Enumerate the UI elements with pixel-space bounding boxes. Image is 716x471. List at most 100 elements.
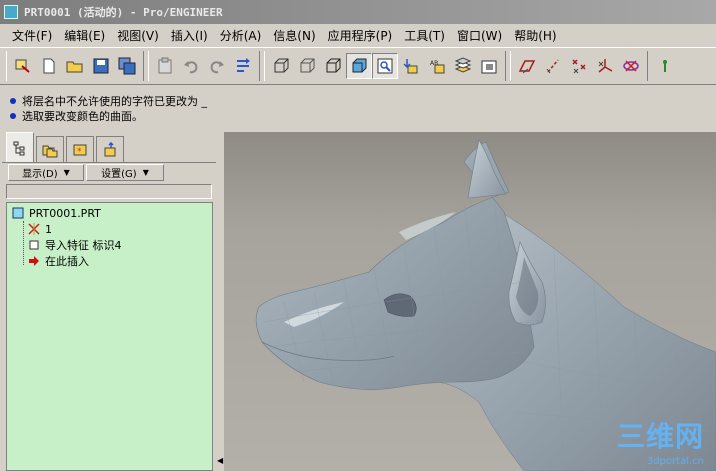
folder-open-icon — [66, 61, 83, 73]
zoom-window-button[interactable] — [372, 53, 398, 79]
toolbar-edit-group — [148, 51, 260, 81]
tab-connections[interactable] — [96, 136, 124, 162]
svg-text:*: * — [77, 147, 82, 157]
tab-favorites[interactable]: * — [66, 136, 94, 162]
save-copy-button[interactable] — [114, 53, 140, 79]
undo-button[interactable] — [178, 53, 204, 79]
message-line: 将层名中不允许使用的字符已更改为 _ — [10, 93, 716, 108]
datum-display-button[interactable] — [652, 53, 678, 79]
spin-center-icon — [623, 60, 639, 72]
open-file-button[interactable] — [62, 53, 88, 79]
regenerate-icon — [237, 58, 250, 72]
menu-window[interactable]: 窗口(W) — [451, 27, 508, 44]
toolbar-file-group — [6, 51, 144, 81]
no-hidden-cube-icon — [326, 58, 341, 73]
view-manager-button[interactable] — [476, 53, 502, 79]
tab-folder-browser[interactable] — [36, 136, 64, 162]
tree-item-label: 1 — [45, 222, 52, 236]
graphics-window[interactable]: 三维网 3dportal.cn — [224, 132, 716, 471]
datum-plane-icon — [518, 60, 536, 74]
hidden-line-button[interactable] — [294, 53, 320, 79]
menu-file[interactable]: 文件(F) — [6, 27, 58, 44]
menu-view[interactable]: 视图(V) — [111, 27, 165, 44]
wireframe-button[interactable] — [268, 53, 294, 79]
save-copy-icon — [118, 57, 136, 75]
toolbar-display-group: AB — [264, 51, 506, 81]
navigator-panel: * 显示(D) ▼ 设置(G) ▼ PRT0001.PRT 1 导入特征 标识4… — [2, 132, 216, 471]
svg-text:AB: AB — [430, 60, 438, 67]
clipboard-icon — [158, 57, 172, 74]
coordinate-system-icon — [598, 59, 613, 73]
csys-button[interactable] — [592, 53, 618, 79]
tree-filter-field[interactable] — [6, 184, 212, 199]
tree-item-label: 导入特征 标识4 — [45, 239, 122, 252]
import-feature-icon — [27, 238, 41, 252]
message-area: 将层名中不允许使用的字符已更改为 _ 选取要改变颜色的曲面。 — [0, 86, 716, 132]
datum-axes-button[interactable] — [540, 53, 566, 79]
tree-root[interactable]: PRT0001.PRT — [11, 205, 212, 221]
datum-planes-button[interactable] — [514, 53, 540, 79]
show-dropdown-label: 显示(D) — [22, 169, 58, 180]
paste-button[interactable] — [152, 53, 178, 79]
model-tree: PRT0001.PRT 1 导入特征 标识4 在此插入 — [6, 202, 213, 471]
tree-options-bar: 显示(D) ▼ 设置(G) ▼ — [2, 162, 216, 182]
tree-item[interactable]: 导入特征 标识4 — [11, 237, 212, 253]
spin-center-button[interactable] — [618, 53, 644, 79]
reorient-button[interactable] — [398, 53, 424, 79]
layers-icon — [454, 57, 472, 73]
new-file-button[interactable] — [36, 53, 62, 79]
part-icon — [11, 206, 25, 220]
panel-splitter[interactable]: ◀ — [216, 132, 224, 471]
menu-info[interactable]: 信息(N) — [267, 27, 321, 44]
menu-tools[interactable]: 工具(T) — [398, 27, 451, 44]
menu-edit[interactable]: 编辑(E) — [58, 27, 111, 44]
select-file-button[interactable] — [10, 53, 36, 79]
reorient-icon — [403, 59, 418, 74]
no-hidden-button[interactable] — [320, 53, 346, 79]
menu-insert[interactable]: 插入(I) — [165, 27, 214, 44]
show-dropdown[interactable]: 显示(D) ▼ — [8, 164, 84, 181]
title-bar: PRT0001 (活动的) - Pro/ENGINEER — [0, 0, 716, 24]
tree-root-label: PRT0001.PRT — [29, 206, 101, 220]
model-tree-icon — [13, 141, 25, 155]
message-text: 将层名中不允许使用的字符已更改为 _ — [22, 94, 207, 108]
watermark-url: 3dportal.cn — [646, 456, 704, 467]
redo-icon — [210, 61, 224, 74]
window-title: PRT0001 (活动的) - Pro/ENGINEER — [24, 6, 223, 19]
main-toolbar: AB — [0, 47, 716, 85]
datum-points-button[interactable] — [566, 53, 592, 79]
favorites-icon: * — [73, 144, 87, 157]
collapse-arrow-icon[interactable]: ◀ — [217, 456, 223, 465]
chevron-down-icon: ▼ — [63, 168, 70, 177]
layers-button[interactable] — [450, 53, 476, 79]
connections-icon — [104, 141, 116, 156]
message-bullet-icon — [10, 112, 16, 119]
tree-item[interactable]: 1 — [11, 221, 212, 237]
tree-item[interactable]: 在此插入 — [11, 253, 212, 269]
settings-dropdown-label: 设置(G) — [101, 169, 137, 180]
select-icon — [15, 59, 30, 73]
tab-model-tree[interactable] — [6, 132, 34, 162]
saved-views-icon: AB — [430, 60, 445, 74]
menu-help[interactable]: 帮助(H) — [508, 27, 562, 44]
menu-bar: 文件(F) 编辑(E) 视图(V) 插入(I) 分析(A) 信息(N) 应用程序… — [0, 24, 716, 46]
shading-button[interactable] — [346, 53, 372, 79]
message-text: 选取要改变颜色的曲面。 — [22, 109, 143, 123]
saved-views-button[interactable]: AB — [424, 53, 450, 79]
settings-dropdown[interactable]: 设置(G) ▼ — [86, 164, 164, 181]
zoom-icon — [377, 58, 393, 74]
csys-icon — [27, 222, 41, 236]
navigator-tabs: * — [2, 132, 216, 162]
watermark-logo: 三维网 — [616, 420, 704, 453]
new-file-icon — [43, 58, 55, 74]
shaded-cube-icon — [352, 58, 367, 73]
menu-applications[interactable]: 应用程序(P) — [322, 27, 399, 44]
datum-display-icon — [663, 60, 667, 72]
save-disk-icon — [93, 58, 109, 74]
redo-button[interactable] — [204, 53, 230, 79]
wireframe-cube-icon — [274, 58, 289, 73]
regenerate-button[interactable] — [230, 53, 256, 79]
chevron-down-icon: ▼ — [142, 168, 149, 177]
save-button[interactable] — [88, 53, 114, 79]
menu-analysis[interactable]: 分析(A) — [214, 27, 268, 44]
